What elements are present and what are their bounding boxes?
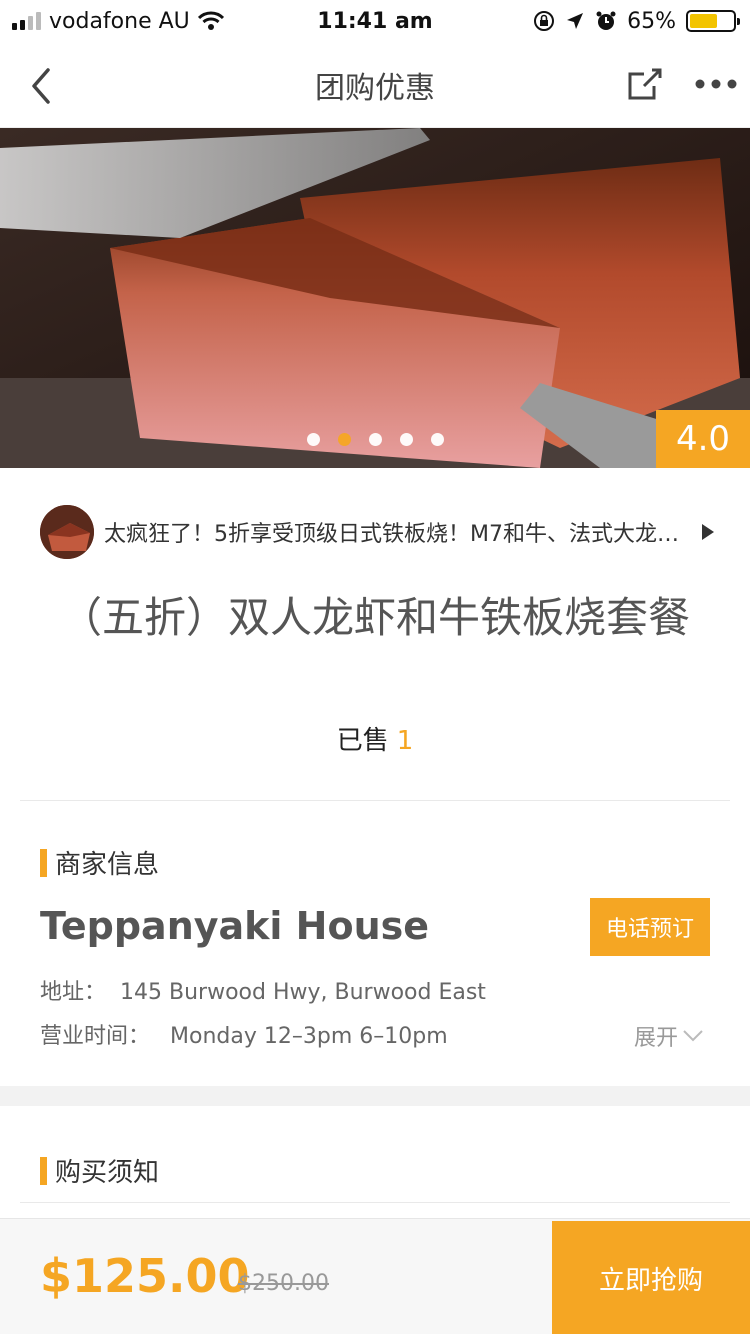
- wifi-icon: [197, 11, 224, 30]
- promo-text: 太疯狂了！5折享受顶级日式铁板烧！M7和牛、法式大龙虾等你来: [104, 522, 680, 547]
- carousel-dot[interactable]: [306, 433, 320, 446]
- expand-label: 展开: [634, 1026, 679, 1051]
- rating-badge: 4.0: [656, 410, 750, 468]
- status-left: vodafone AU: [12, 9, 224, 34]
- page-title: 团购优惠: [315, 70, 435, 106]
- carousel-dot-active[interactable]: [337, 433, 351, 446]
- deal-title: （五折）双人龙虾和牛铁板烧套餐: [60, 593, 691, 642]
- section-separator: [0, 1086, 750, 1106]
- notice-section-title: 购买须知: [55, 1158, 160, 1188]
- status-bar: vodafone AU 11:41 am 65%: [0, 0, 750, 42]
- divider: [20, 800, 730, 801]
- alarm-icon: [596, 11, 616, 30]
- battery-icon: [686, 10, 740, 32]
- play-arrow-icon: [702, 524, 714, 540]
- deal-price: $125.00: [40, 1249, 250, 1303]
- address-value: 145 Burwood Hwy, Burwood East: [120, 980, 486, 1005]
- battery-percent: 65%: [627, 8, 676, 34]
- hours-value: Monday 12–3pm 6–10pm: [170, 1024, 448, 1049]
- battery-fill: [690, 14, 718, 28]
- merchant-name: Teppanyaki House: [40, 904, 430, 948]
- buy-now-button[interactable]: 立即抢购: [552, 1221, 750, 1334]
- expand-hours-button[interactable]: 展开: [634, 1020, 704, 1052]
- hours-label: 营业时间：: [40, 1024, 151, 1049]
- carousel-dot[interactable]: [399, 433, 413, 446]
- carousel-dot[interactable]: [368, 433, 382, 446]
- status-right: 65%: [533, 8, 740, 34]
- merchant-section-header: 商家信息: [40, 844, 159, 881]
- carrier-name: vodafone AU: [49, 8, 190, 34]
- notice-section-header: 购买须知: [40, 1152, 159, 1189]
- sold-count: 1: [396, 726, 414, 756]
- chevron-left-icon[interactable]: [26, 66, 56, 106]
- original-price: $250.00: [238, 1271, 329, 1296]
- avatar: [40, 505, 94, 559]
- carousel-dot[interactable]: [430, 433, 444, 446]
- merchant-section-title: 商家信息: [55, 850, 160, 880]
- share-icon[interactable]: [626, 64, 666, 104]
- signal-icon: [12, 12, 41, 30]
- more-icon[interactable]: [694, 72, 738, 96]
- section-accent-bar: [40, 1156, 47, 1185]
- chevron-down-icon: [683, 1030, 703, 1042]
- sold-label: 已售: [336, 726, 389, 756]
- hero-carousel[interactable]: 4.0: [0, 128, 750, 468]
- address-label: 地址：: [40, 980, 107, 1005]
- hours-row: 营业时间： Monday 12–3pm 6–10pm: [40, 1018, 448, 1050]
- call-reserve-button[interactable]: 电话预订: [590, 898, 710, 956]
- nav-bar: 团购优惠: [0, 42, 750, 128]
- address-row: 地址： 145 Burwood Hwy, Burwood East: [40, 974, 486, 1006]
- divider: [20, 1202, 730, 1203]
- bottom-purchase-bar: $125.00 $250.00 立即抢购: [0, 1218, 750, 1334]
- promo-row[interactable]: 太疯狂了！5折享受顶级日式铁板烧！M7和牛、法式大龙虾等你来: [0, 500, 750, 564]
- sold-info: 已售 1: [0, 720, 750, 757]
- hero-image: [0, 128, 750, 468]
- orientation-lock-icon: [534, 11, 555, 31]
- location-icon: [567, 13, 584, 29]
- carousel-dots: [0, 433, 750, 446]
- section-accent-bar: [40, 848, 47, 877]
